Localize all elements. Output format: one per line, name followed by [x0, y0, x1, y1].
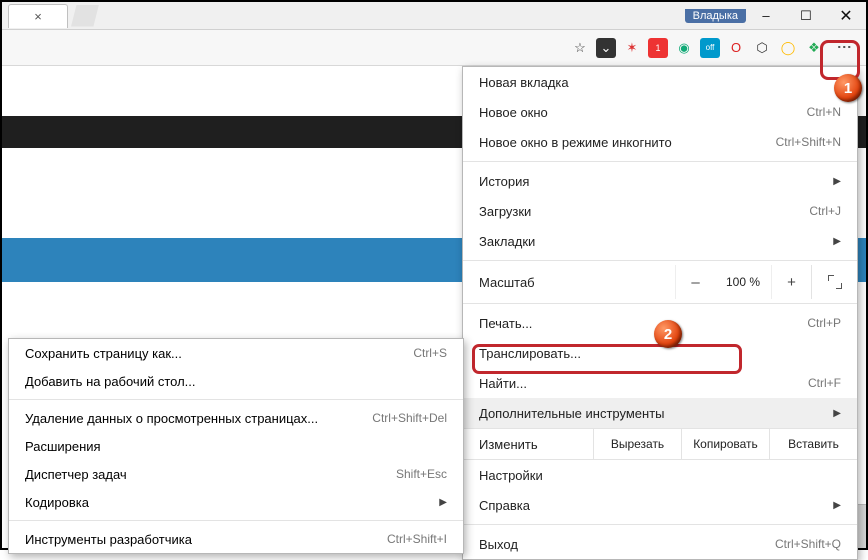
menu-label: Кодировка — [25, 495, 433, 510]
submenu-arrow-icon: ▶ — [833, 176, 841, 187]
window-maximize-button[interactable]: ☐ — [786, 2, 826, 30]
menu-separator — [463, 303, 857, 304]
menu-label: Закладки — [479, 234, 827, 249]
edit-copy-button[interactable]: Копировать — [681, 429, 769, 459]
bookmark-star-icon[interactable]: ☆ — [570, 38, 590, 58]
menu-label: Настройки — [479, 468, 841, 483]
menu-label: Сохранить страницу как... — [25, 346, 413, 361]
menu-label: Печать... — [479, 316, 807, 331]
extension-icon[interactable]: off — [700, 38, 720, 58]
menu-item-find[interactable]: Найти...Ctrl+F — [463, 368, 857, 398]
submenu-item-extensions[interactable]: Расширения — [9, 432, 463, 460]
menu-item-help[interactable]: Справка ▶ — [463, 490, 857, 520]
menu-separator — [463, 161, 857, 162]
submenu-item-clear-data[interactable]: Удаление данных о просмотренных страница… — [9, 404, 463, 432]
zoom-in-button[interactable]: + — [771, 265, 811, 299]
new-tab-button[interactable] — [71, 5, 99, 27]
fullscreen-button[interactable] — [811, 265, 857, 299]
more-tools-submenu: Сохранить страницу как...Ctrl+S Добавить… — [8, 338, 464, 554]
extension-icon[interactable]: 1 — [648, 38, 668, 58]
menu-shortcut: Ctrl+N — [807, 105, 841, 119]
fullscreen-icon — [828, 275, 842, 289]
annotation-badge-1: 1 — [834, 74, 862, 102]
submenu-item-task-manager[interactable]: Диспетчер задачShift+Esc — [9, 460, 463, 488]
menu-item-exit[interactable]: ВыходCtrl+Shift+Q — [463, 529, 857, 559]
menu-shortcut: Ctrl+S — [413, 346, 447, 360]
menu-label: Новое окно — [479, 105, 807, 120]
extension-icon[interactable]: ⬡ — [752, 38, 772, 58]
menu-item-new-tab[interactable]: Новая вкладка — [463, 67, 857, 97]
browser-tab[interactable]: × — [8, 4, 68, 28]
edit-paste-button[interactable]: Вставить — [769, 429, 857, 459]
menu-label: Найти... — [479, 376, 808, 391]
menu-item-more-tools[interactable]: Дополнительные инструменты ▶ — [463, 398, 857, 428]
submenu-item-devtools[interactable]: Инструменты разработчикаCtrl+Shift+I — [9, 525, 463, 553]
zoom-value: 100 % — [715, 275, 771, 289]
menu-label: Диспетчер задач — [25, 467, 396, 482]
extension-yandex-icon[interactable]: ◯ — [778, 38, 798, 58]
chrome-menu-button[interactable]: ⋮ — [830, 33, 860, 63]
menu-item-new-window[interactable]: Новое окноCtrl+N — [463, 97, 857, 127]
extension-icon[interactable]: ◉ — [674, 38, 694, 58]
menu-label: Транслировать... — [479, 346, 841, 361]
menu-shortcut: Ctrl+Shift+Q — [775, 537, 841, 551]
submenu-arrow-icon: ▶ — [439, 497, 447, 508]
submenu-item-encoding[interactable]: Кодировка ▶ — [9, 488, 463, 516]
profile-badge[interactable]: Владыка — [685, 9, 746, 23]
menu-separator — [463, 524, 857, 525]
edit-cut-button[interactable]: Вырезать — [593, 429, 681, 459]
menu-label: Добавить на рабочий стол... — [25, 374, 447, 389]
menu-label: Новое окно в режиме инкогнито — [479, 135, 776, 150]
more-vert-icon: ⋮ — [837, 40, 853, 56]
menu-label: Удаление данных о просмотренных страница… — [25, 411, 372, 426]
menu-label: Справка — [479, 498, 827, 513]
window-titlebar: × Владыка – ☐ ✕ — [2, 2, 866, 30]
submenu-arrow-icon: ▶ — [833, 236, 841, 247]
submenu-arrow-icon: ▶ — [833, 408, 841, 419]
tab-close-icon[interactable]: × — [34, 9, 42, 24]
menu-label: Дополнительные инструменты — [479, 406, 827, 421]
menu-separator — [9, 520, 463, 521]
menu-shortcut: Ctrl+J — [809, 204, 841, 218]
zoom-out-button[interactable]: – — [675, 265, 715, 299]
menu-separator — [463, 260, 857, 261]
submenu-item-add-desktop[interactable]: Добавить на рабочий стол... — [9, 367, 463, 395]
window-close-button[interactable]: ✕ — [826, 2, 866, 30]
extension-pocket-icon[interactable]: ⌄ — [596, 38, 616, 58]
menu-item-settings[interactable]: Настройки — [463, 460, 857, 490]
menu-label: Загрузки — [479, 204, 809, 219]
menu-separator — [9, 399, 463, 400]
zoom-label: Масштаб — [463, 275, 675, 290]
edit-label: Изменить — [463, 429, 593, 459]
menu-item-bookmarks[interactable]: Закладки ▶ — [463, 226, 857, 256]
menu-label: Выход — [479, 537, 775, 552]
menu-label: Расширения — [25, 439, 447, 454]
menu-label: Инструменты разработчика — [25, 532, 387, 547]
menu-label: Новая вкладка — [479, 75, 841, 90]
menu-shortcut: Ctrl+P — [807, 316, 841, 330]
browser-toolbar: ☆ ⌄ ✶ 1 ◉ off O ⬡ ◯ ❖ ⋮ — [2, 30, 866, 66]
menu-edit-row: Изменить Вырезать Копировать Вставить — [463, 428, 857, 460]
submenu-arrow-icon: ▶ — [833, 500, 841, 511]
chrome-main-menu: Новая вкладка Новое окноCtrl+N Новое окн… — [462, 66, 858, 560]
window-minimize-button[interactable]: – — [746, 2, 786, 30]
extension-icon[interactable]: ✶ — [622, 38, 642, 58]
annotation-badge-2: 2 — [654, 320, 682, 348]
menu-zoom-row: Масштаб – 100 % + — [463, 265, 857, 299]
menu-shortcut: Ctrl+Shift+N — [776, 135, 841, 149]
extension-opera-icon[interactable]: O — [726, 38, 746, 58]
submenu-item-save-page[interactable]: Сохранить страницу как...Ctrl+S — [9, 339, 463, 367]
menu-label: История — [479, 174, 827, 189]
menu-shortcut: Ctrl+Shift+I — [387, 532, 447, 546]
extension-icon[interactable]: ❖ — [804, 38, 824, 58]
menu-item-history[interactable]: История ▶ — [463, 166, 857, 196]
menu-shortcut: Shift+Esc — [396, 467, 447, 481]
menu-shortcut: Ctrl+Shift+Del — [372, 411, 447, 425]
menu-shortcut: Ctrl+F — [808, 376, 841, 390]
menu-item-downloads[interactable]: ЗагрузкиCtrl+J — [463, 196, 857, 226]
menu-item-incognito[interactable]: Новое окно в режиме инкогнитоCtrl+Shift+… — [463, 127, 857, 157]
